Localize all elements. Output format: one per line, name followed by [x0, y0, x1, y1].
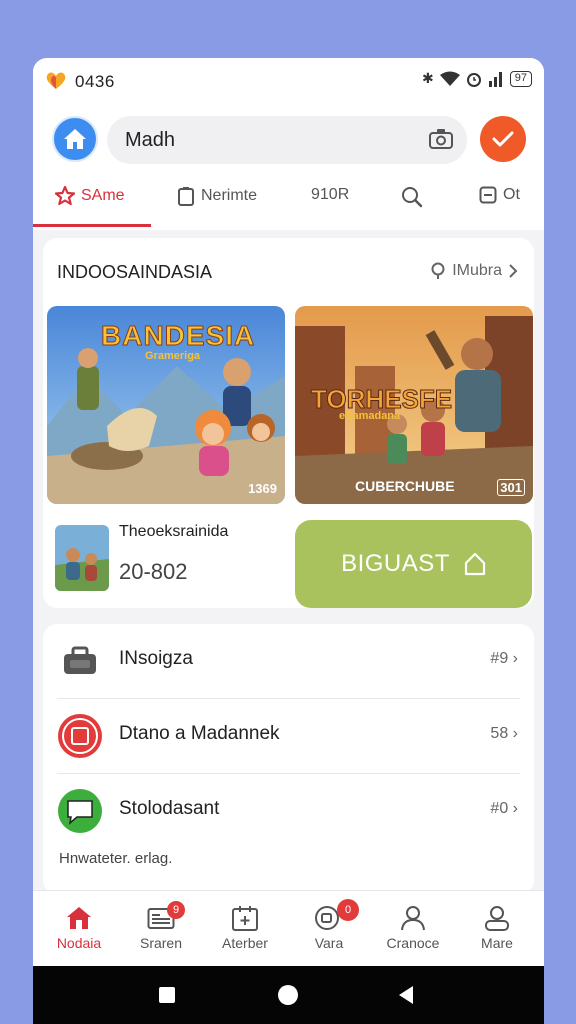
search-icon	[402, 187, 423, 208]
tab-search[interactable]	[401, 186, 423, 208]
tab-910r[interactable]: 910R	[311, 186, 349, 204]
active-tab-indicator	[33, 224, 151, 227]
nav-item-sraren[interactable]: 9 Sraren	[119, 901, 203, 951]
check-button[interactable]	[480, 116, 526, 162]
notification-badge: 0	[337, 899, 359, 921]
home-outline-icon	[464, 552, 486, 576]
nav-item-mare[interactable]: Mare	[455, 901, 539, 951]
bluetooth-icon: ✱	[422, 70, 434, 86]
featured-more-label: IMubra	[452, 262, 502, 279]
nav-label: Mare	[481, 935, 513, 951]
nav-label: Nodaia	[56, 935, 102, 951]
person-icon	[371, 901, 455, 935]
marker-icon	[431, 262, 445, 279]
game-thumbnail-art	[55, 525, 109, 591]
nav-label: Vara	[314, 935, 344, 951]
bottom-nav: Nodaia 9 Sraren Aterber 0 Vara Cranoce M…	[33, 890, 544, 966]
box-icon	[479, 186, 497, 204]
list-item[interactable]: Dtano a Madannek 58 ›	[57, 699, 520, 773]
nav-item-home[interactable]: Nodaia	[37, 901, 121, 951]
action-button[interactable]: BIGUAST	[295, 520, 532, 608]
list-item-label: Dtano a Madannek	[119, 723, 280, 744]
system-nav-bar	[33, 966, 544, 1024]
battery-indicator: 97	[509, 70, 532, 87]
calendar-icon	[203, 901, 287, 935]
nav-label: Cranoce	[386, 935, 440, 951]
list-card: INsoigza #9 › Dtano a Madannek 58 › Stol…	[43, 624, 534, 894]
nav-label: Sraren	[139, 935, 183, 951]
nav-item-aterber[interactable]: Aterber	[203, 901, 287, 951]
list-item-label: INsoigza	[119, 648, 193, 669]
video-icon: 0	[287, 899, 371, 935]
shop-badge-icon	[57, 713, 103, 759]
tile-tag: 1369	[248, 481, 277, 496]
banner-subtitle: Grameriga	[145, 350, 201, 362]
featured-title: INDOOSAINDASIA	[57, 262, 213, 282]
status-time: 0436	[75, 72, 115, 91]
search-input[interactable]: Madh	[107, 116, 467, 164]
wifi-icon	[439, 71, 460, 86]
game-tile-torhesfe[interactable]: TORHESFE eSamadana CUBERCHUBE 301	[295, 306, 533, 504]
status-icons: ✱ 97	[422, 70, 532, 87]
list-item-count: 58 ›	[490, 725, 518, 742]
tab-label: Nerimte	[201, 187, 258, 204]
action-button-label: BIGUAST	[341, 550, 450, 577]
notification-badge: 9	[167, 901, 185, 919]
list-item-count: #0 ›	[490, 800, 518, 817]
alarm-icon	[466, 72, 481, 87]
banner-subtitle: eSamadana	[339, 410, 401, 422]
banner-title: BANDESIA	[100, 320, 256, 352]
chat-icon	[57, 788, 103, 834]
footnote: Hnwateter. erlag.	[59, 850, 173, 867]
game-date: 20-802	[119, 559, 188, 584]
tablet-icon	[178, 187, 194, 206]
star-icon	[55, 186, 75, 206]
list-item-label: Stolodasant	[119, 798, 220, 819]
nav-item-cranoce[interactable]: Cranoce	[371, 901, 455, 951]
tile-tag: 301	[497, 479, 525, 496]
tab-nerimte[interactable]: Nerimte	[177, 186, 257, 206]
tab-label: 910R	[311, 186, 350, 203]
game-name: Theoeksrainida	[119, 523, 229, 540]
camera-icon[interactable]	[429, 128, 453, 150]
home-button[interactable]	[52, 116, 98, 162]
system-home-button[interactable]	[278, 985, 298, 1005]
status-bar: 0436 ✱ 97	[33, 58, 544, 104]
search-row: Madh	[33, 114, 544, 168]
tab-same[interactable]: SAme	[55, 186, 125, 206]
check-icon	[492, 131, 514, 147]
home-icon	[64, 129, 86, 149]
chevron-right-icon	[509, 264, 518, 278]
tab-label: SAme	[81, 187, 125, 204]
recents-button[interactable]	[159, 987, 175, 1003]
tile-caption: CUBERCHUBE	[355, 478, 455, 494]
nav-item-vara[interactable]: 0 Vara	[287, 899, 371, 951]
game-tile-bandesia[interactable]: BANDESIA Grameriga 1369	[47, 306, 285, 504]
game-row[interactable]: Theoeksrainida 20-802	[55, 523, 291, 603]
news-icon: 9	[119, 901, 203, 935]
bag-icon	[57, 638, 103, 684]
phone-screen: 0436 ✱ 97 Madh SAme Nerimte 910R Ot INDO…	[33, 58, 544, 1024]
search-input-text: Madh	[125, 129, 176, 151]
featured-card: INDOOSAINDASIA IMubra BANDESIA Grameriga…	[43, 238, 534, 608]
featured-more-link[interactable]: IMubra	[430, 262, 518, 280]
home-icon	[37, 901, 121, 935]
list-item-count: #9 ›	[490, 650, 518, 667]
app-logo-icon	[46, 72, 66, 89]
tab-label: Ot	[503, 186, 520, 203]
list-item[interactable]: Stolodasant #0 ›	[57, 774, 520, 848]
tab-ot[interactable]: Ot	[479, 186, 520, 204]
profile-icon	[455, 901, 539, 935]
game-thumbnail	[55, 525, 109, 591]
nav-label: Aterber	[222, 935, 268, 951]
category-tabs: SAme Nerimte 910R Ot	[33, 176, 544, 228]
back-button[interactable]	[397, 985, 415, 1005]
list-item[interactable]: INsoigza #9 ›	[57, 624, 520, 698]
signal-icon	[488, 71, 502, 87]
